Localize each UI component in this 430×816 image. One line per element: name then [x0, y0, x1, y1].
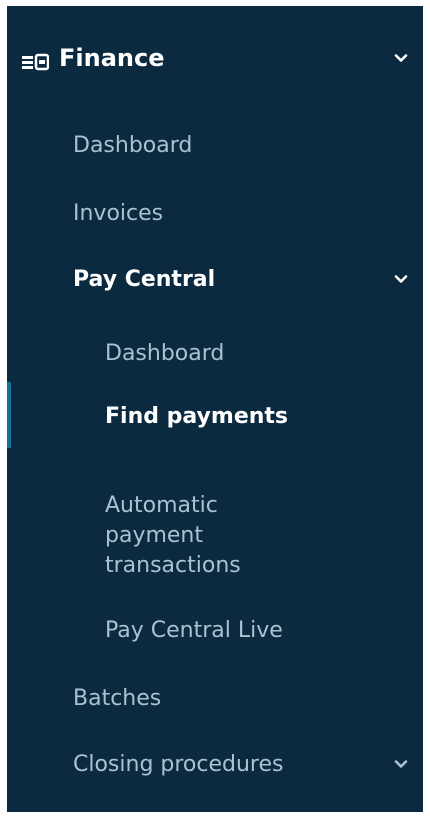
- nav-subitem-label: Pay Central Live: [105, 617, 283, 643]
- nav-item-label: Closing procedures: [73, 751, 284, 777]
- finance-icon: [21, 49, 50, 71]
- nav-item-label: Batches: [73, 685, 162, 711]
- nav-subitem-dashboard[interactable]: Dashboard: [105, 331, 423, 375]
- chevron-down-icon[interactable]: [393, 50, 409, 66]
- nav-subitem-label: Find payments: [105, 403, 289, 429]
- nav-item-closing-procedures[interactable]: Closing procedures: [73, 742, 423, 786]
- nav-item-label: Dashboard: [73, 132, 193, 158]
- nav-subitem-pay-central-live[interactable]: Pay Central Live: [105, 608, 423, 652]
- chevron-down-icon[interactable]: [393, 271, 409, 287]
- nav-section-finance[interactable]: Finance: [21, 36, 423, 80]
- active-indicator: [7, 382, 11, 448]
- nav-item-label: Pay Central: [73, 266, 216, 292]
- nav-subitem-find-payments[interactable]: Find payments: [105, 394, 423, 438]
- nav-item-label: Invoices: [73, 200, 164, 226]
- nav-subitem-label: Automatic payment transactions: [105, 493, 241, 578]
- nav-subitem-automatic-payment-transactions[interactable]: Automatic payment transactions: [105, 461, 365, 581]
- nav-item-batches[interactable]: Batches: [73, 676, 423, 720]
- nav-item-pay-central[interactable]: Pay Central: [73, 257, 423, 301]
- nav-item-dashboard[interactable]: Dashboard: [73, 123, 423, 167]
- nav-subitem-label: Dashboard: [105, 340, 225, 366]
- chevron-down-icon[interactable]: [393, 756, 409, 772]
- finance-sidebar: Finance Dashboard Invoices Pay Central D…: [7, 6, 423, 812]
- nav-item-invoices[interactable]: Invoices: [73, 191, 423, 235]
- nav-section-label: Finance: [59, 44, 165, 72]
